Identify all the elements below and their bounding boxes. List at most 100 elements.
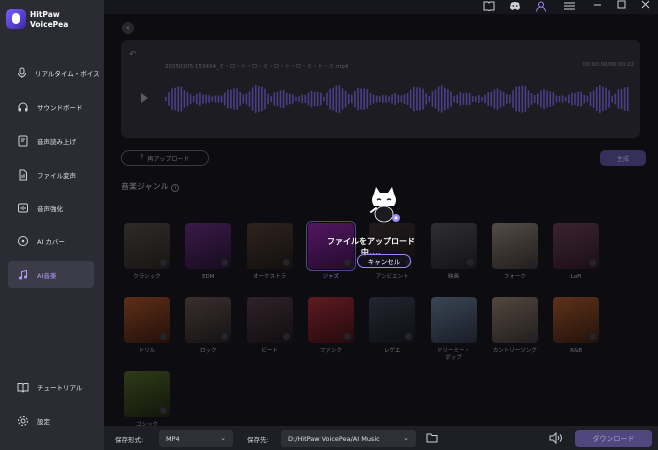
play-icon[interactable] [141, 93, 148, 103]
sidebar-item-ai-cover[interactable]: AI カバー [8, 227, 94, 254]
genre-card[interactable]: カントリーソング [491, 297, 538, 355]
format-select[interactable]: MP4 ⌄ [159, 430, 233, 447]
sidebar-item-settings[interactable]: 設定 [8, 407, 94, 434]
sidebar-item-ai-music[interactable]: AI音楽 [8, 261, 94, 288]
genre-card[interactable]: ビート [246, 297, 293, 355]
generate-button[interactable]: 生成 [600, 150, 646, 166]
waveform-bar [555, 95, 558, 103]
sidebar-item-file-voice[interactable]: ファイル変声 [8, 161, 94, 188]
waveform-bar [509, 94, 511, 104]
app-name-line2: VoicePea [30, 20, 69, 29]
sidebar-item-voice-enhance[interactable]: 音声強化 [8, 194, 94, 221]
genre-card[interactable]: 映画 [430, 223, 477, 281]
chevron-down-icon: ⌄ [220, 434, 226, 442]
waveform-bar [518, 86, 520, 112]
waveform-bar [623, 87, 626, 111]
undo-icon[interactable]: ↶ [129, 50, 137, 60]
account-icon[interactable] [534, 0, 548, 12]
genre-card[interactable]: フォーク [491, 223, 538, 281]
playback-time: 00:00:00/00:00:22 [582, 62, 634, 68]
manual-book-icon[interactable] [482, 0, 496, 12]
waveform-bar [512, 90, 514, 108]
waveform-bar [177, 86, 179, 112]
sidebar-item-realtime-voice[interactable]: リアルタイム・ボイス [8, 59, 100, 86]
reupload-button[interactable]: ⤒ 再アップロード [121, 150, 209, 166]
waveform-bar [338, 85, 341, 113]
waveform-bar [583, 94, 586, 104]
genre-thumbnail [124, 297, 170, 343]
waveform-bar [208, 95, 210, 103]
waveform-bar [608, 90, 610, 108]
close-button[interactable] [638, 0, 652, 12]
sidebar-item-label: 音声読み上げ [37, 137, 76, 146]
waveform-bar [475, 96, 477, 102]
destination-value: D:/HitPaw VoicePea/AI Music [288, 434, 380, 443]
back-button[interactable]: ‹ [122, 22, 134, 34]
waveform-bar [335, 85, 338, 113]
file-name: 20250305-153454_ミ・ロ・ト・ロ・ミ・ロ・ト・ロ・ミ・ト・ミ.mp… [165, 64, 349, 70]
genre-card[interactable]: オーケストラ [246, 223, 293, 281]
waveform-bar [502, 91, 505, 107]
sidebar-item-text-to-speech[interactable]: 音声読み上げ [8, 127, 94, 154]
genre-card[interactable]: ファンク [307, 297, 354, 355]
sidebar-item-soundboard[interactable]: サウンドボード [8, 93, 94, 120]
genre-card[interactable]: ドリーミー・ ポップ [430, 297, 477, 362]
genre-card[interactable]: レゲエ [369, 297, 416, 355]
waveform-bar [533, 95, 536, 103]
genre-card[interactable]: ゴシック [124, 371, 170, 429]
genre-label: ロック [200, 348, 217, 354]
waveform-bar [360, 88, 362, 110]
minimize-button[interactable] [590, 0, 604, 12]
genre-card[interactable]: R&B [553, 297, 600, 355]
waveform-bar [450, 91, 452, 107]
genre-card[interactable]: クラシック [124, 223, 170, 281]
waveform-bar [574, 92, 576, 106]
speaker-icon[interactable] [549, 432, 563, 444]
waveform-bar [499, 90, 502, 108]
waveform-bar [394, 93, 396, 105]
menu-icon[interactable] [562, 0, 576, 12]
download-badge-icon [343, 259, 351, 266]
waveform-bar [267, 93, 269, 105]
genre-thumbnail [246, 223, 293, 269]
genre-label: ビート [261, 348, 278, 354]
waveform-bar [261, 86, 263, 112]
info-icon[interactable]: i [171, 184, 180, 192]
waveform-bar [304, 94, 307, 104]
waveform-bar [481, 96, 483, 102]
waveform[interactable] [165, 84, 633, 114]
waveform-bar [174, 87, 176, 111]
genre-label: クラシック [133, 274, 161, 280]
genre-card[interactable]: EDM [185, 223, 232, 281]
genre-card[interactable]: ロック [185, 297, 232, 355]
genre-thumbnail [124, 371, 170, 417]
genre-card[interactable]: LoFi [553, 223, 600, 281]
ai-cover-icon [16, 234, 30, 248]
destination-label: 保存先: [247, 436, 269, 444]
waveform-bar [431, 91, 434, 107]
waveform-bar [453, 95, 455, 103]
download-button[interactable]: ダウンロード [575, 430, 652, 447]
waveform-bar [382, 95, 384, 103]
folder-icon[interactable] [426, 433, 438, 443]
genre-thumbnail [307, 297, 354, 343]
waveform-bar [465, 92, 468, 106]
waveform-bar [205, 94, 207, 104]
download-badge-icon [160, 259, 167, 266]
waveform-bar [540, 90, 542, 108]
waveform-bar [313, 91, 316, 107]
waveform-bar [183, 90, 186, 108]
discord-icon[interactable] [508, 0, 522, 12]
destination-select[interactable]: D:/HitPaw VoicePea/AI Music ⌄ [281, 430, 416, 447]
waveform-bar [496, 88, 499, 110]
genre-label: EDM [202, 274, 215, 280]
waveform-bar [217, 95, 220, 103]
genre-label: LoFi [570, 274, 582, 280]
waveform-bar [276, 91, 279, 107]
cancel-upload-button[interactable]: キャンセル [357, 254, 411, 268]
waveform-bar [416, 87, 418, 111]
genre-card[interactable]: トリル [124, 297, 170, 355]
maximize-button[interactable] [614, 0, 628, 12]
sidebar-item-tutorial[interactable]: チュートリアル [8, 373, 94, 400]
waveform-bar [428, 95, 431, 103]
